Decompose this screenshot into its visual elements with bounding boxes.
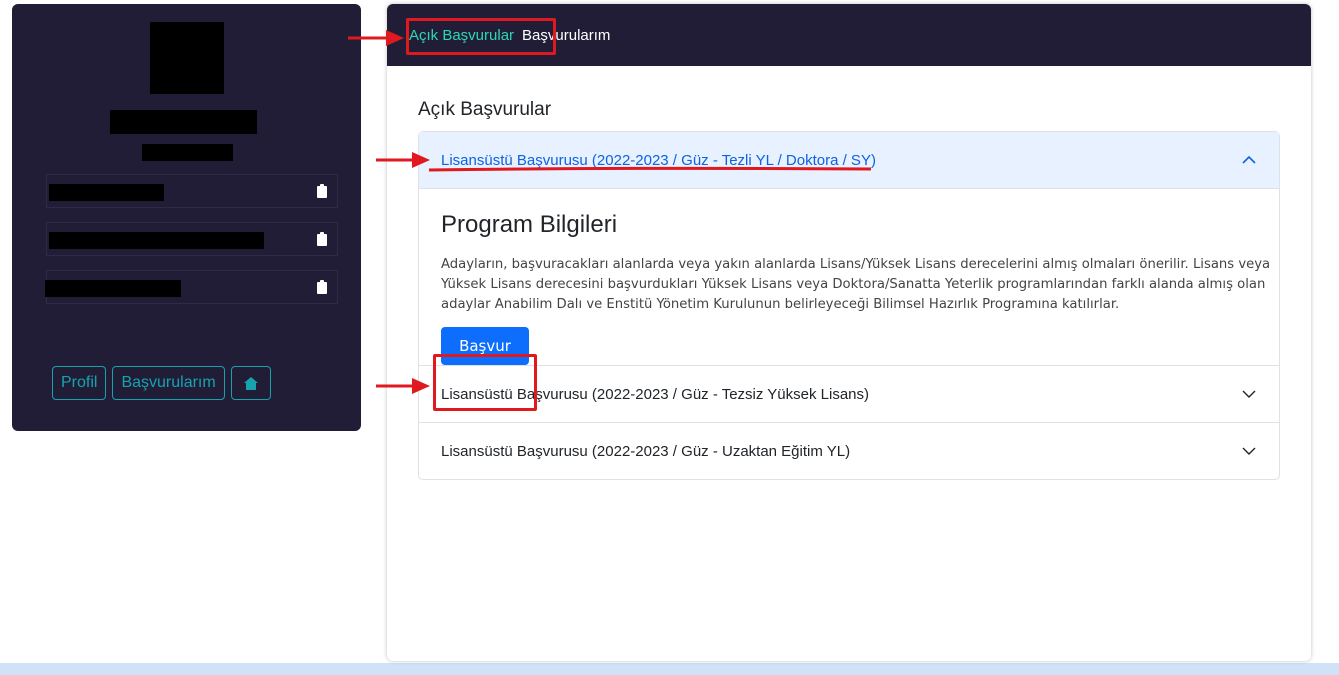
accordion-title: Lisansüstü Başvurusu (2022-2023 / Güz - …	[441, 442, 851, 460]
info-row-1	[46, 174, 338, 208]
highlight-box-open-tab	[406, 18, 556, 55]
home-button[interactable]	[230, 366, 271, 400]
page-footer-strip	[0, 663, 1339, 675]
redacted-field-2	[49, 232, 264, 249]
accordion-header-thesis-phd[interactable]: Lisansüstü Başvurusu (2022-2023 / Güz - …	[419, 132, 1279, 189]
arrow-icon	[376, 152, 430, 168]
arrow-icon	[376, 378, 430, 394]
redacted-field-1	[49, 184, 164, 201]
chevron-up-icon	[1242, 155, 1256, 164]
clipboard-icon[interactable]	[317, 232, 327, 246]
my-applications-button[interactable]: Başvurularım	[112, 366, 225, 400]
arrow-icon	[348, 30, 404, 46]
redacted-avatar	[150, 22, 224, 94]
chevron-down-icon	[1242, 447, 1256, 455]
profile-button-group: Profil Başvurularım	[52, 366, 271, 400]
underline-annotation	[428, 166, 872, 172]
info-row-2	[46, 222, 338, 256]
profile-button[interactable]: Profil	[52, 366, 107, 400]
chevron-down-icon	[1242, 390, 1256, 398]
profile-card: Profil Başvurularım	[12, 4, 361, 431]
redacted-field-3	[45, 280, 181, 297]
accordion-body: Program Bilgileri Adayların, başvuracakl…	[419, 189, 1279, 365]
highlight-box-apply	[433, 354, 537, 411]
redacted-name	[110, 110, 257, 134]
main-panel: Açık Başvurular Başvurularım Açık Başvur…	[387, 4, 1311, 661]
clipboard-icon[interactable]	[317, 280, 327, 294]
redacted-subtitle	[142, 144, 233, 161]
applications-accordion: Lisansüstü Başvurusu (2022-2023 / Güz - …	[418, 131, 1280, 480]
program-info-title: Program Bilgileri	[441, 211, 618, 238]
home-icon	[243, 376, 258, 390]
info-row-3	[45, 270, 338, 304]
accordion-header-non-thesis[interactable]: Lisansüstü Başvurusu (2022-2023 / Güz - …	[419, 365, 1279, 422]
page-title: Açık Başvurular	[418, 99, 552, 120]
accordion-header-distance[interactable]: Lisansüstü Başvurusu (2022-2023 / Güz - …	[419, 422, 1279, 479]
clipboard-icon[interactable]	[317, 184, 327, 198]
program-info-text: Adayların, başvuracakları alanlarda veya…	[441, 257, 1271, 312]
